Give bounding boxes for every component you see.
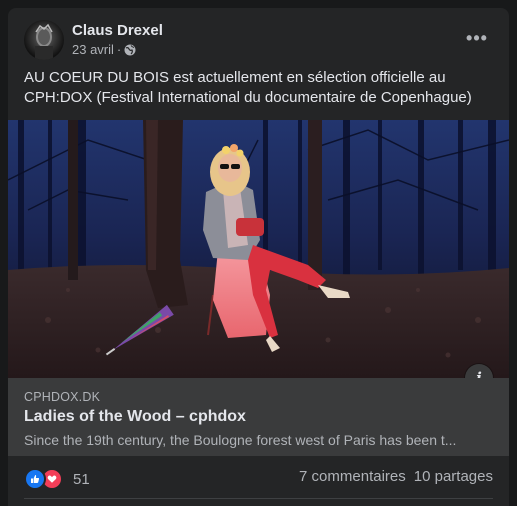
shares-count[interactable]: 10 partages — [414, 468, 493, 485]
post-header: Claus Drexel 23 avril · ••• — [24, 20, 497, 62]
avatar-portrait — [35, 23, 53, 60]
divider — [24, 498, 493, 499]
like-icon — [24, 468, 46, 490]
more-options-button[interactable]: ••• — [463, 26, 491, 50]
post-card: Claus Drexel 23 avril · ••• AU COEUR DU … — [8, 8, 509, 506]
globe-icon — [124, 44, 136, 56]
link-preview[interactable]: CPHDOX.DK Ladies of the Wood – cphdox Si… — [8, 378, 509, 456]
reaction-count: 51 — [73, 470, 90, 488]
post-text: AU COEUR DU BOIS est actuellement en sél… — [24, 69, 472, 106]
post-date[interactable]: 23 avril — [72, 42, 114, 57]
avatar[interactable] — [24, 20, 64, 60]
post-image[interactable] — [8, 120, 509, 378]
post-meta: 23 avril · — [72, 42, 136, 57]
link-title[interactable]: Ladies of the Wood – cphdox — [24, 408, 246, 426]
link-description: Since the 19th century, the Boulogne for… — [24, 432, 457, 448]
engagement-counts: 7 commentaires 10 partages — [299, 468, 493, 485]
comments-count[interactable]: 7 commentaires — [299, 468, 406, 485]
reactions-summary[interactable]: 51 — [24, 468, 90, 490]
link-domain: CPHDOX.DK — [24, 390, 101, 404]
author-name[interactable]: Claus Drexel — [72, 22, 163, 39]
post-stats: 51 7 commentaires 10 partages — [24, 466, 493, 490]
forest-photo — [8, 120, 509, 378]
meta-separator: · — [116, 42, 122, 57]
